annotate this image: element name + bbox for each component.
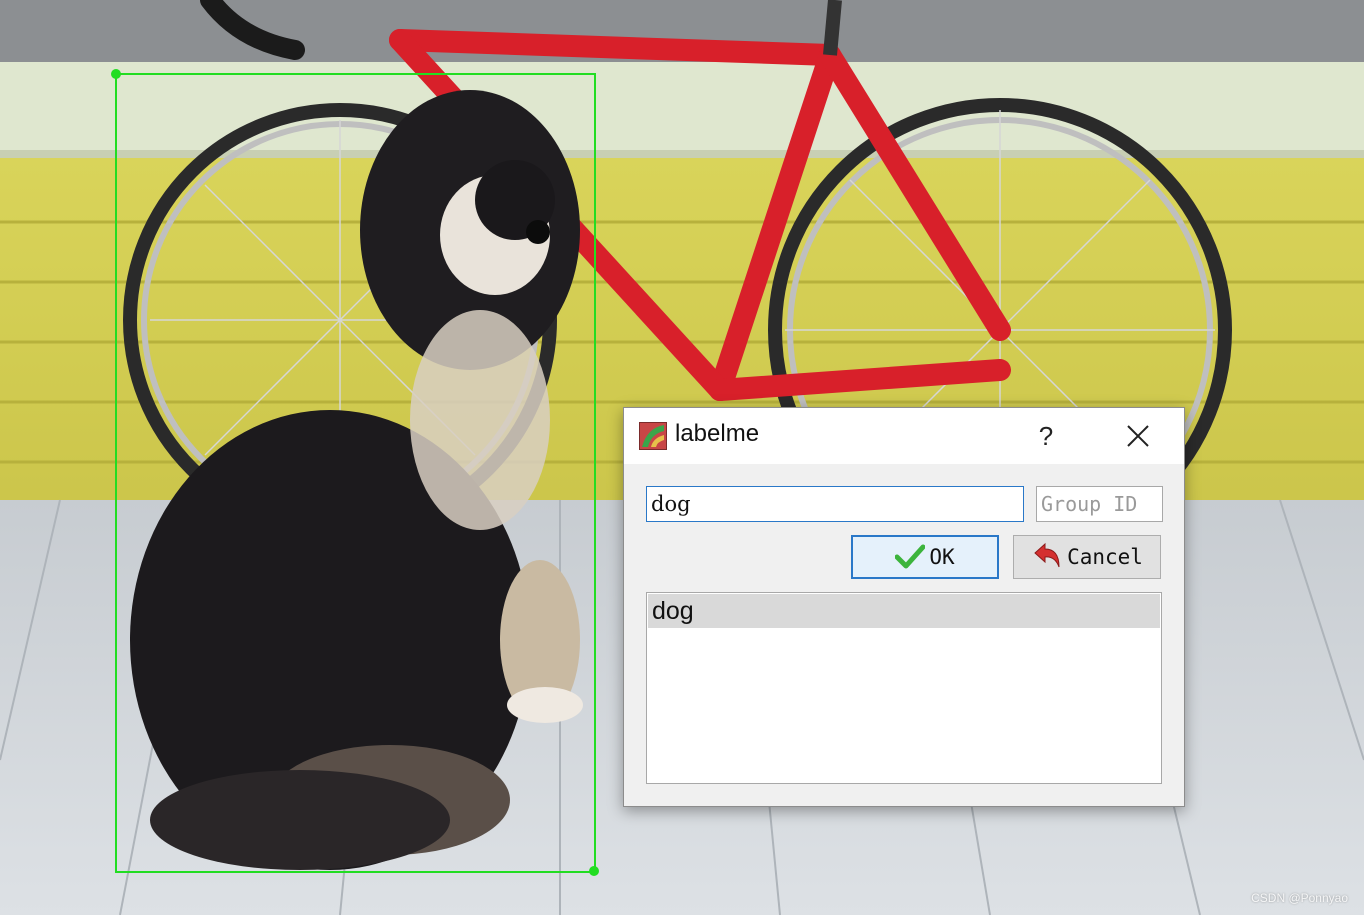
ok-label: OK — [929, 545, 955, 569]
dialog-titlebar[interactable]: labelme ? — [624, 408, 1184, 464]
window-title: labelme — [675, 420, 760, 447]
undo-arrow-icon — [1034, 542, 1060, 568]
watermark: CSDN @Ponnyao — [1251, 891, 1348, 905]
close-button[interactable] — [1116, 416, 1160, 456]
labelme-app-icon — [639, 422, 667, 450]
cancel-label: Cancel — [1067, 545, 1143, 569]
bbox-bottom-right-handle[interactable] — [589, 866, 599, 876]
labelme-dialog: labelme ? OK Cancel dog — [623, 407, 1185, 807]
bbox-top-left-handle[interactable] — [111, 69, 121, 79]
check-icon — [895, 544, 926, 569]
help-button[interactable]: ? — [1028, 416, 1064, 456]
annotation-bounding-box[interactable] — [115, 73, 596, 873]
group-id-input[interactable] — [1036, 486, 1163, 522]
label-input[interactable] — [646, 486, 1024, 522]
label-list[interactable]: dog — [646, 592, 1162, 784]
cancel-button[interactable]: Cancel — [1013, 535, 1161, 579]
close-icon — [1127, 425, 1149, 447]
help-icon: ? — [1038, 421, 1054, 451]
list-item[interactable]: dog — [648, 594, 1160, 628]
ok-button[interactable]: OK — [851, 535, 999, 579]
